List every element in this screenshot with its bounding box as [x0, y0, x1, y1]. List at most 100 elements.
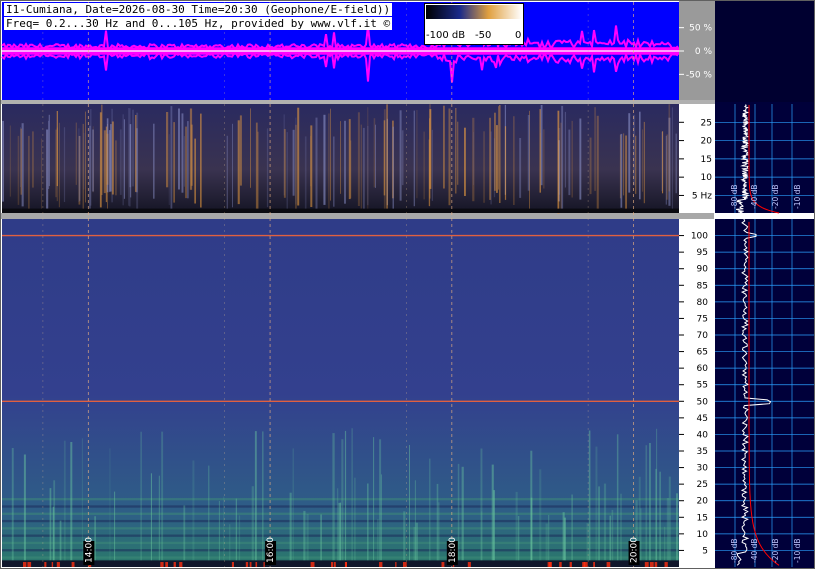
spectrogram-low-streak	[85, 111, 86, 203]
colorbar: -100 dB -50 0	[424, 3, 524, 45]
spectrogram-low-streak	[132, 109, 134, 187]
spectrogram-low-streak	[330, 108, 331, 201]
spectrogram-high-burst	[192, 460, 195, 567]
spectrogram-low-streak	[423, 131, 425, 200]
spectrogram-high-red-speck	[23, 562, 27, 567]
spectrogram-high-burst	[616, 434, 619, 567]
spectrogram-low-streak	[443, 105, 445, 189]
spectrogram-low-streak	[41, 138, 42, 213]
spectrogram-low-streak	[594, 107, 596, 191]
spectrogram-low-streak	[635, 135, 637, 194]
spectrogram-high-red-speck	[44, 562, 47, 567]
spectrogram-low-streak	[194, 138, 196, 204]
spectrogram-low-streak	[668, 104, 671, 192]
spectrogram-low-streak	[110, 124, 112, 192]
spectrogram-low-streak	[527, 115, 530, 191]
spectrogram-low-streak	[123, 119, 125, 199]
spectrogram-low-streak	[448, 108, 451, 206]
colorbar-gradient	[426, 5, 522, 19]
spectrogram-low-streak	[153, 123, 155, 199]
spectrogram-low-streak	[170, 106, 173, 210]
spectrogram-low-streak	[557, 110, 560, 214]
spectrogram-high-burst	[457, 463, 460, 567]
title-line-1: I1-Cumiana, Date=2026-08-30 Time=20:30 (…	[4, 3, 393, 16]
spectrogram-low-streak	[340, 121, 341, 194]
spectrogram-low-streak	[625, 135, 627, 214]
spectrogram-high-burst	[595, 446, 598, 567]
spectrogram-low-streak	[189, 108, 193, 190]
spectrogram-low-streak	[55, 129, 57, 198]
spectrogram-low-streak	[237, 120, 240, 205]
spectrogram-high-floor	[2, 560, 679, 567]
spectrogram-low-streak	[56, 127, 58, 202]
spectrogram-low-streak	[266, 128, 269, 208]
spectrogram-high-burst	[598, 486, 600, 567]
spectrogram-high-burst	[676, 493, 678, 567]
spectrogram-high-red-speck	[649, 562, 654, 567]
spectrogram-low-streak	[119, 129, 122, 195]
spectrogram-high-burst	[158, 475, 160, 567]
spectrogram-low-streak	[295, 117, 297, 205]
spectrogram-low-streak	[129, 108, 131, 207]
spectrogram-low-streak	[99, 112, 102, 208]
spectrogram-high-red-speck	[165, 562, 168, 567]
highfreq-ytick-label: 10	[697, 530, 709, 540]
spectrogram-high-burst	[409, 445, 410, 567]
lowfreq-ytick-label: 15	[701, 155, 712, 165]
spectrogram-low-streak	[21, 123, 24, 207]
spectrogram-high-red-speck	[569, 562, 572, 567]
spectrogram-high-red-speck	[231, 562, 234, 567]
spectrogram-high-red-speck	[333, 562, 336, 567]
spectrogram-high-red-speck	[310, 562, 315, 567]
spectrogram-low-streak	[78, 128, 80, 203]
spectrogram-low-streak	[473, 132, 474, 185]
spectrogram-low-streak	[9, 125, 11, 197]
spectrogram-high-burst	[49, 488, 52, 567]
spectrogram-low-streak	[401, 130, 404, 186]
spectrogram-high-red-speck	[467, 562, 471, 567]
spectrogram-high-red-speck	[255, 562, 258, 567]
spectrogram-high-burst	[611, 509, 614, 567]
spectrogram-low-streak	[111, 121, 114, 195]
spectrogram-low-streak	[431, 129, 433, 201]
highfreq-ytick-label: 100	[691, 232, 708, 242]
spectrogram-high-burst	[337, 488, 339, 567]
spectrogram-low-streak	[166, 112, 169, 188]
lowfreq-ytick-label: 25	[701, 118, 712, 128]
spectrogram-low-streak	[560, 122, 562, 211]
spectrogram-high-burst	[563, 517, 566, 567]
spectrogram-low-streak	[429, 118, 431, 207]
spectrogram-low-streak	[178, 108, 180, 190]
spectrogram-high-burst	[109, 448, 111, 567]
spectrogram-low-streak	[513, 116, 515, 205]
spectrogram-high-red-speck	[160, 562, 164, 567]
spectrogram-low-streak	[639, 111, 641, 200]
spectrogram-low-streak	[399, 110, 402, 201]
spectrogram-high-burst	[415, 522, 418, 567]
spectrogram-high-burst	[320, 514, 322, 567]
spectrogram-high-burst	[344, 430, 347, 567]
spectrogram-low-streak	[46, 129, 49, 209]
lowfreq-ytick-label: 5 Hz	[692, 191, 712, 201]
highfreq-ytick-label: 85	[697, 281, 708, 291]
spectrogram-low-streak	[183, 136, 185, 187]
spectrogram-low-streak	[464, 127, 466, 196]
spectrogram-low-streak	[455, 108, 457, 194]
spectrogram-high-red-speck	[395, 562, 397, 567]
spectrogram-high-burst	[373, 437, 375, 567]
spectrogram-high-burst	[11, 448, 14, 567]
spectrogram-low-streak	[286, 132, 288, 210]
colorbar-tick-max: 0	[515, 30, 522, 41]
highfreq-ytick-label: 30	[697, 464, 709, 474]
spectrogram-high-burst	[81, 438, 83, 567]
spectrogram-high-burst	[517, 516, 520, 567]
spectrogram-high-red-speck	[644, 562, 649, 567]
spectrogram-low-streak	[620, 133, 623, 208]
highfreq-ytick-label: 15	[697, 513, 708, 523]
spectrogram-low-streak	[105, 126, 107, 203]
spectrogram-high-burst	[63, 440, 66, 567]
spectrogram-high-red-speck	[331, 562, 334, 567]
spectrogram-high-red-speck	[51, 562, 54, 567]
spectrogram-high-burst	[548, 514, 550, 567]
spectrogram-high-burst	[436, 483, 439, 567]
